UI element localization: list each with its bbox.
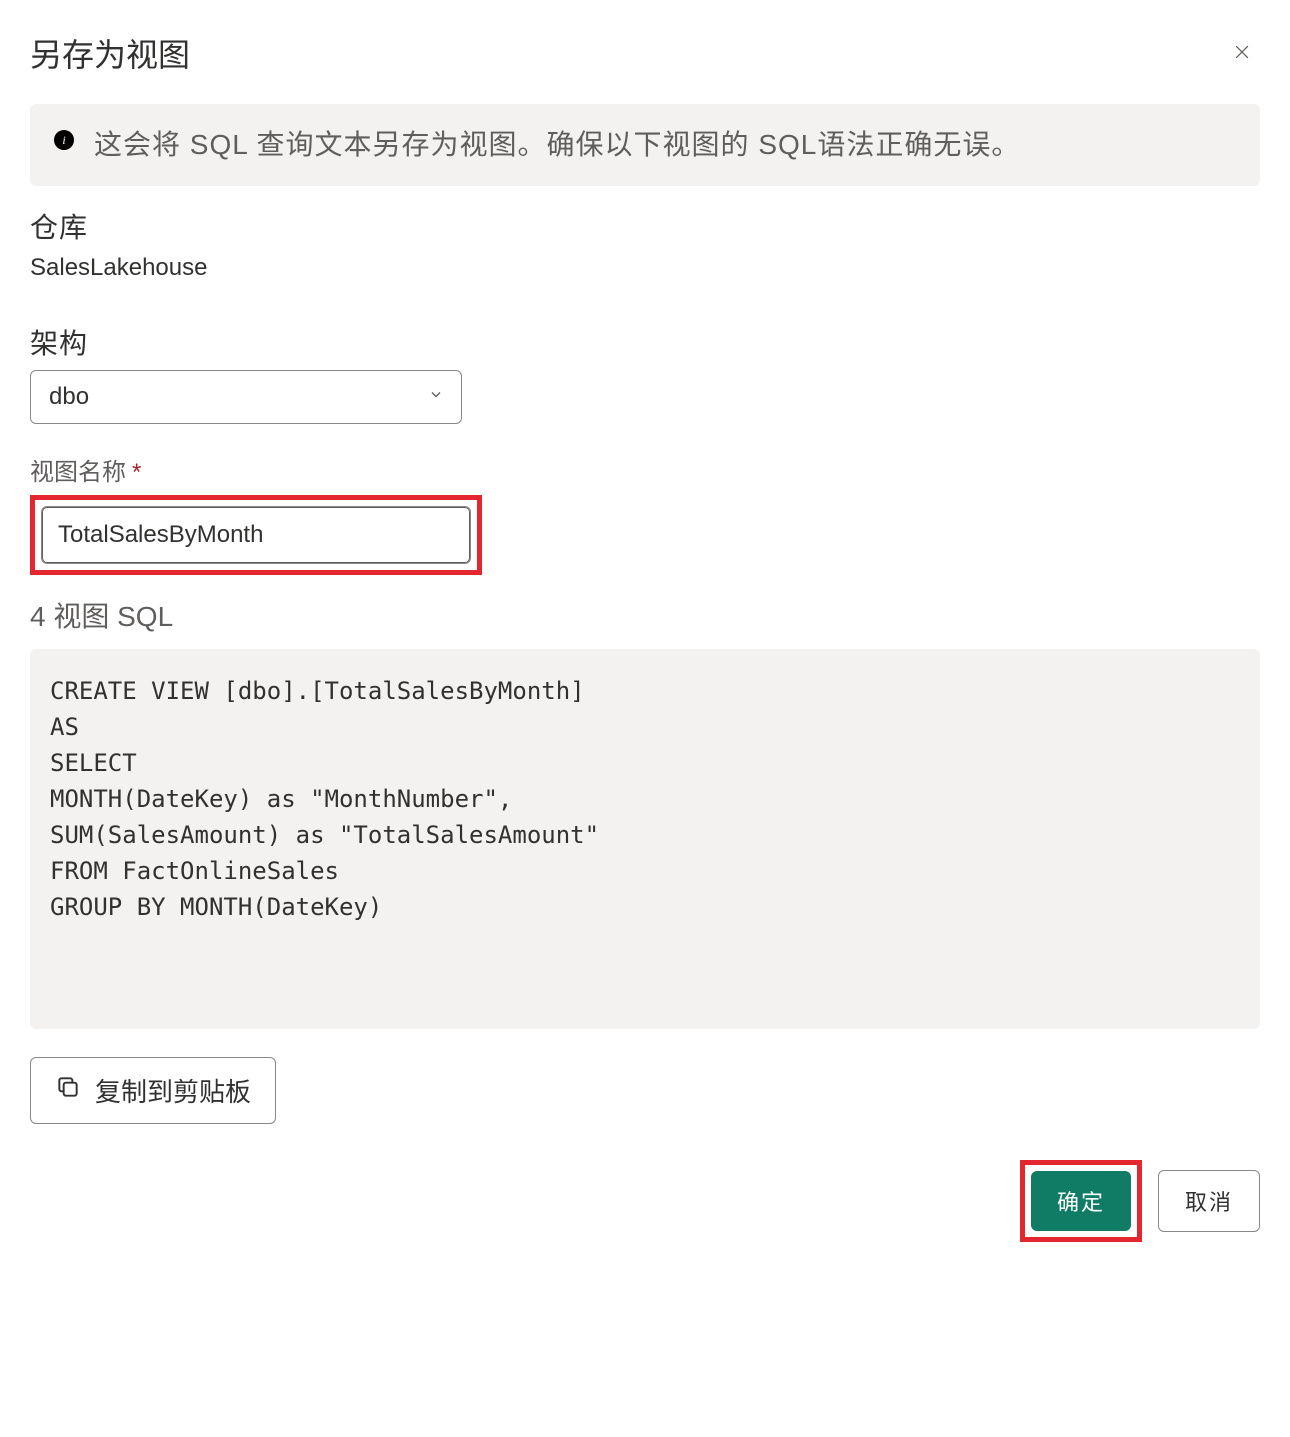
schema-select[interactable]: dbo (30, 370, 462, 424)
info-banner: i 这会将 SQL 查询文本另存为视图。确保以下视图的 SQL语法正确无误。 (30, 104, 1260, 186)
copy-to-clipboard-button[interactable]: 复制到剪贴板 (30, 1057, 276, 1124)
schema-label: 架构 (30, 322, 1260, 362)
info-icon: i (54, 130, 74, 150)
info-text: 这会将 SQL 查询文本另存为视图。确保以下视图的 SQL语法正确无误。 (94, 124, 1020, 166)
view-name-highlight (30, 495, 482, 575)
sql-label: 4 视图 SQL (30, 595, 1260, 635)
close-icon (1232, 50, 1252, 65)
dialog-title: 另存为视图 (30, 30, 190, 76)
dialog-footer: 确定 取消 (30, 1160, 1260, 1242)
cancel-button[interactable]: 取消 (1158, 1170, 1260, 1232)
ok-button[interactable]: 确定 (1031, 1171, 1131, 1231)
view-name-label: 视图名称* (30, 452, 1260, 487)
required-asterisk: * (132, 459, 141, 486)
schema-select-value: dbo (49, 383, 89, 410)
copy-icon (55, 1074, 81, 1107)
sql-preview: CREATE VIEW [dbo].[TotalSalesByMonth] AS… (30, 649, 1260, 1029)
dialog-header: 另存为视图 (30, 30, 1260, 76)
view-name-input[interactable] (41, 506, 471, 564)
schema-select-wrapper: dbo (30, 370, 462, 424)
warehouse-label: 仓库 (30, 206, 1260, 246)
close-button[interactable] (1224, 34, 1260, 73)
ok-button-highlight: 确定 (1020, 1160, 1142, 1242)
copy-button-label: 复制到剪贴板 (95, 1072, 251, 1109)
warehouse-value: SalesLakehouse (30, 254, 1260, 282)
